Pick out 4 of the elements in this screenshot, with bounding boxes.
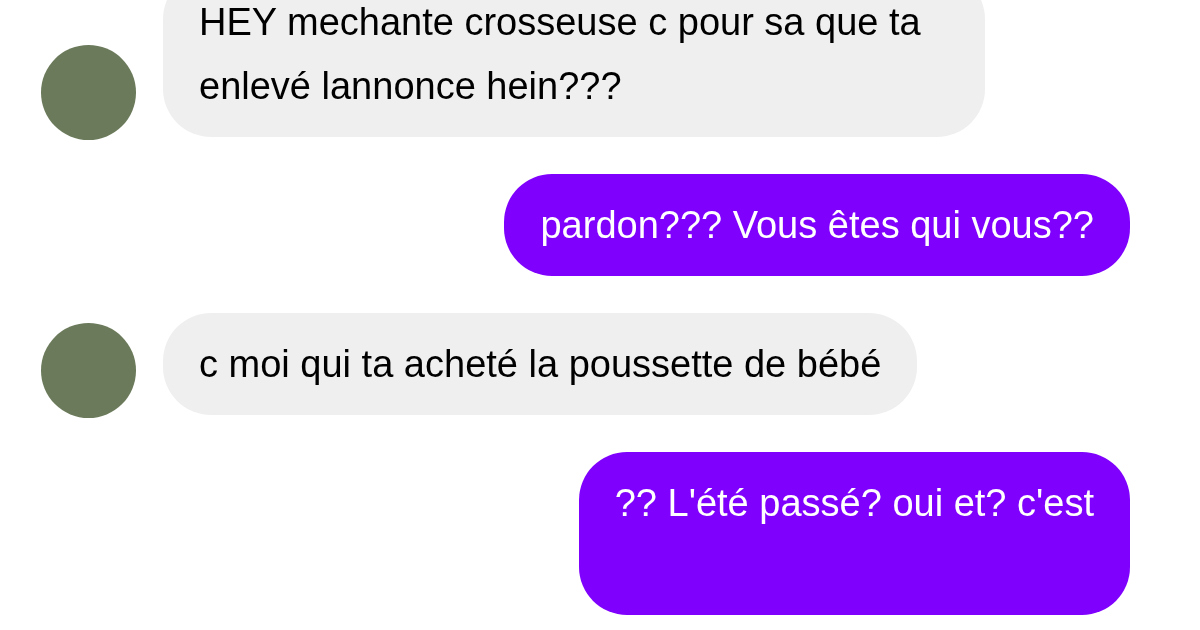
sent-message: ?? L'été passé? oui et? c'est <box>578 452 1130 615</box>
sent-message: pardon??? Vous êtes qui vous?? <box>504 174 1130 276</box>
received-message: HEY mechante crosseuse c pour sa que ta enlevé lannonce hein??? <box>163 0 985 137</box>
received-message: c moi qui ta acheté la poussette de bébé <box>163 313 918 415</box>
